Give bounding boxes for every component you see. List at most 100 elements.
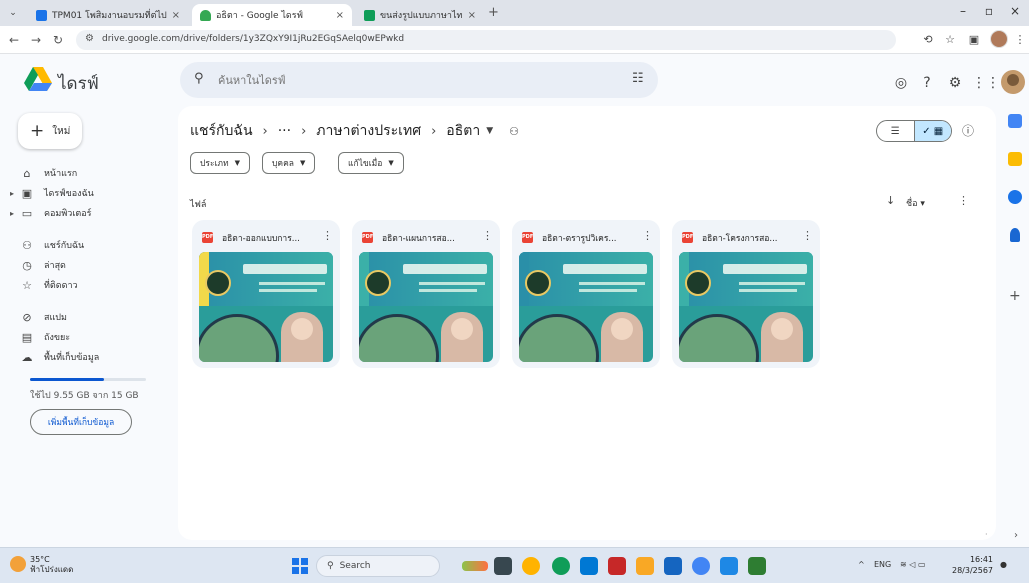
account-avatar[interactable] [1001, 70, 1025, 94]
more-options-icon[interactable]: ⋮ [958, 194, 969, 207]
sidebar-item[interactable]: ☆ ที่ติดดาว [20, 276, 78, 294]
mail-app-icon[interactable] [580, 557, 598, 575]
get-addons-icon[interactable]: + [1009, 288, 1021, 304]
sidebar-item[interactable]: ▤ ถังขยะ [20, 328, 70, 346]
search-options-icon[interactable]: ☷ [632, 71, 644, 86]
chrome-app-icon[interactable] [692, 557, 710, 575]
browser-tab-2[interactable]: อธิตา - Google ไดรฟ์ × [192, 4, 352, 26]
close-window-icon[interactable]: × [1004, 4, 1026, 18]
search-icon[interactable]: ⚲ [194, 71, 204, 86]
tray-overflow-icon[interactable]: ^ [858, 560, 865, 569]
weather-sun-icon[interactable] [10, 556, 26, 572]
search-input[interactable] [218, 71, 598, 89]
store-app-icon[interactable] [608, 557, 626, 575]
windows-start-icon[interactable] [292, 558, 308, 574]
taskbar-clock[interactable]: 16:41 28/3/2567 [952, 554, 993, 576]
caret-down-icon: ▼ [486, 126, 494, 136]
file-explorer-icon[interactable] [636, 557, 654, 575]
teams-app-icon[interactable] [720, 557, 738, 575]
drive-brand-label[interactable]: ไดรฟ์ [58, 70, 99, 97]
new-tab-button[interactable]: + [488, 5, 499, 20]
browser-tab-1[interactable]: TPM01 โพสิมงานอบรมที่ต่ไป × [28, 4, 188, 26]
expand-caret-icon[interactable]: ▸ [10, 209, 14, 218]
close-tab-icon[interactable]: × [336, 10, 344, 21]
sidebar-item[interactable]: ▸ ▭ คอมพิวเตอร์ [10, 204, 92, 222]
translate-icon[interactable]: ⟲ [920, 33, 936, 46]
taskbar-search[interactable]: ⚲ Search [316, 555, 440, 577]
filter-chip[interactable]: บุคคล ▼ [262, 152, 316, 174]
sort-direction-icon[interactable]: ↓ [886, 194, 895, 207]
breadcrumb-parent-folder[interactable]: ภาษาต่างประเทศ [316, 120, 421, 142]
drive-logo-icon[interactable] [24, 67, 52, 91]
site-info-icon[interactable]: ⚙ [85, 33, 94, 44]
browser-menu-icon[interactable]: ⋮ [1012, 33, 1028, 46]
restore-icon[interactable]: ▫ [978, 4, 1000, 18]
edge-app-icon[interactable] [552, 557, 570, 575]
new-button[interactable]: + ใหม่ [18, 113, 82, 149]
settings-gear-icon[interactable]: ⚙ [944, 72, 966, 94]
file-card[interactable]: PDF อธิตา-ออกแบบการ... ⋮ [192, 220, 340, 368]
keep-icon[interactable] [1008, 152, 1022, 166]
list-view-button[interactable]: ☰ [877, 121, 914, 141]
apps-grid-icon[interactable]: ⋮⋮ [972, 72, 1000, 94]
reload-icon[interactable]: ↻ [50, 32, 66, 48]
sidebar-item-label: ถังขยะ [44, 333, 71, 343]
breadcrumb-overflow-button[interactable]: ··· [278, 123, 291, 139]
file-thumbnail[interactable] [519, 252, 653, 362]
file-more-actions-icon[interactable]: ⋮ [642, 229, 653, 242]
expand-caret-icon[interactable]: ▸ [10, 189, 14, 198]
filter-chip[interactable]: แก้ไขเมื่อ ▼ [338, 152, 404, 174]
sort-by-button[interactable]: ชื่อ ▾ [906, 196, 925, 210]
network-volume-icon[interactable]: ≋ ◁ ▭ [900, 560, 926, 569]
file-card[interactable]: PDF อธิตา-ตรารูปวิเคร... ⋮ [512, 220, 660, 368]
file-card[interactable]: PDF อธิตา-โครงการสอ... ⋮ [672, 220, 820, 368]
weather-widget[interactable]: 35°C ฟ้าโปร่งแดด [30, 555, 73, 575]
word-app-icon[interactable] [664, 557, 682, 575]
drive-search-bar[interactable]: ⚲ ☷ [180, 62, 658, 98]
close-tab-icon[interactable]: × [468, 10, 476, 21]
close-tab-icon[interactable]: × [172, 10, 180, 21]
get-more-storage-button[interactable]: เพิ่มพื้นที่เก็บข้อมูล [30, 409, 132, 435]
address-bar[interactable]: ⚙ drive.google.com/drive/folders/1y3ZQxY… [76, 30, 896, 50]
tab-search-icon[interactable]: ⌄ [6, 6, 20, 20]
copilot-app-icon[interactable] [522, 557, 540, 575]
sidebar-item[interactable]: ⊘ สแปม [20, 308, 67, 326]
filter-chip[interactable]: ประเภท ▼ [190, 152, 251, 174]
task-view-icon[interactable] [494, 557, 512, 575]
tasks-icon[interactable] [1008, 190, 1022, 204]
sidepanel-icon[interactable]: ▣ [966, 33, 982, 46]
file-more-actions-icon[interactable]: ⋮ [322, 229, 333, 242]
bookmark-star-icon[interactable]: ☆ [942, 33, 958, 46]
language-indicator[interactable]: ENG [874, 560, 891, 569]
offline-status-icon[interactable]: ◎ [890, 72, 912, 94]
details-info-icon[interactable]: ⓘ [962, 122, 974, 139]
help-icon[interactable]: ? [916, 72, 938, 94]
file-thumbnail[interactable] [679, 252, 813, 362]
browser-tab-strip: ⌄ TPM01 โพสิมงานอบรมที่ต่ไป × อธิตา - Go… [0, 0, 1029, 26]
show-side-panel-icon[interactable]: › [1014, 530, 1018, 541]
sidebar-item[interactable]: ⚇ แชร์กับฉัน [20, 236, 84, 254]
file-card[interactable]: PDF อธิตา-แผนการสอ... ⋮ [352, 220, 500, 368]
file-more-actions-icon[interactable]: ⋮ [802, 229, 813, 242]
calendar-icon[interactable] [1008, 114, 1022, 128]
minimize-icon[interactable]: – [952, 4, 974, 18]
sidebar-item[interactable]: ◷ ล่าสุด [20, 256, 66, 274]
widget-app-icon[interactable] [462, 561, 488, 571]
forward-icon[interactable]: → [28, 32, 44, 48]
thumbnail-photo-circle [679, 314, 759, 362]
sidebar-item[interactable]: ☁ พื้นที่เก็บข้อมูล [20, 348, 100, 366]
file-more-actions-icon[interactable]: ⋮ [482, 229, 493, 242]
grid-view-button[interactable]: ✓ ▦ [913, 121, 951, 141]
back-icon[interactable]: ← [6, 32, 22, 48]
breadcrumb-current-folder[interactable]: อธิตา ▼ [446, 120, 493, 142]
breadcrumb-shared-with-me[interactable]: แชร์กับฉัน [190, 120, 253, 142]
browser-tab-3[interactable]: ขนส่งรูปแบบภาษาไทย - Google ชีต × [356, 4, 484, 26]
file-thumbnail[interactable] [359, 252, 493, 362]
contacts-icon[interactable] [1010, 228, 1020, 242]
sidebar-item[interactable]: ⌂ หน้าแรก [20, 164, 78, 182]
file-thumbnail[interactable] [199, 252, 333, 362]
browser-profile-avatar[interactable] [990, 30, 1008, 48]
notification-icon[interactable]: ● [1000, 560, 1007, 569]
sidebar-item[interactable]: ▸ ▣ ไดรฟ์ของฉัน [10, 184, 94, 202]
excel-app-icon[interactable] [748, 557, 766, 575]
